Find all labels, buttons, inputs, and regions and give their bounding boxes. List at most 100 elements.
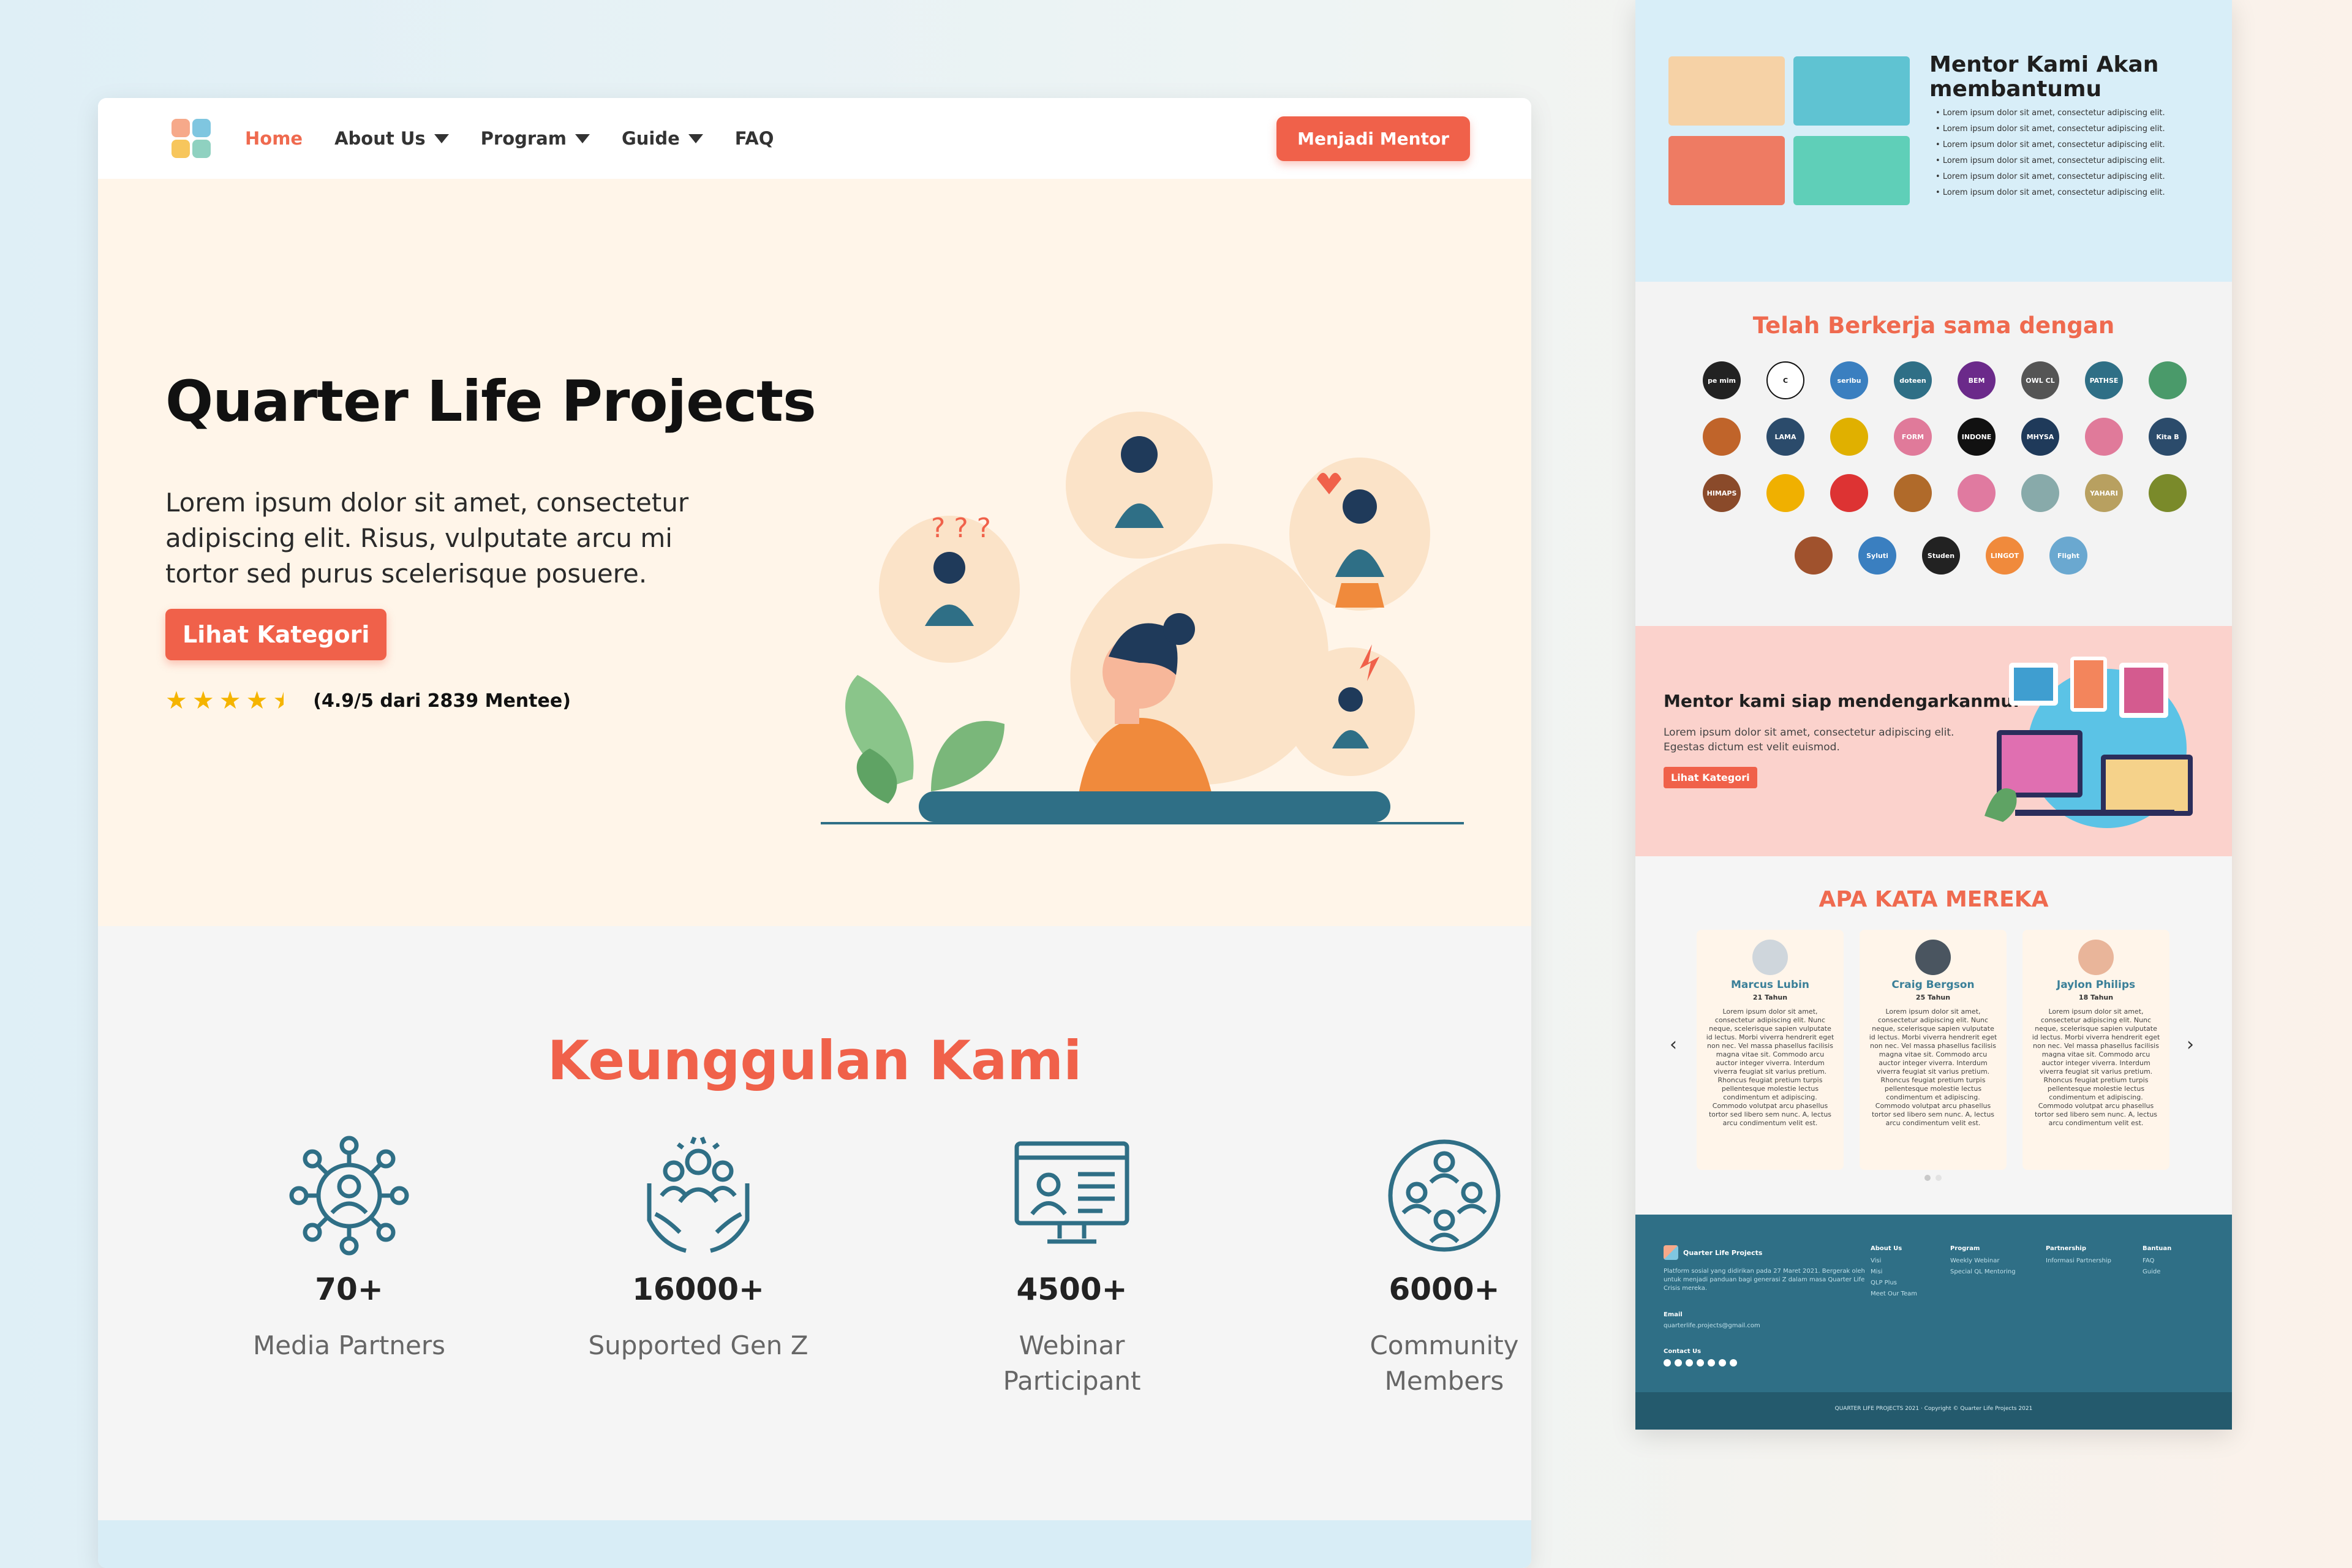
testimonial-age: 21 Tahun xyxy=(1752,993,1788,1001)
partner-logo: Studen xyxy=(1922,537,1960,575)
carousel-dot-active[interactable] xyxy=(1924,1175,1931,1181)
partner-logo: LINGOT xyxy=(1986,537,2024,575)
navbar: Home About Us Program Guide FAQ Menjadi … xyxy=(98,98,1531,179)
partner-logo xyxy=(2085,418,2123,456)
landing-page-desktop: Home About Us Program Guide FAQ Menjadi … xyxy=(98,98,1531,1568)
feature-media-partners: 70+ Media Partners xyxy=(227,1134,472,1363)
partner-logo xyxy=(2149,361,2187,399)
partner-logo: doteen xyxy=(1894,361,1932,399)
footer-link[interactable]: QLP Plus xyxy=(1871,1280,1897,1286)
nav-home-label: Home xyxy=(245,128,303,149)
social-icon[interactable] xyxy=(1686,1359,1693,1366)
footer-link[interactable]: Visi xyxy=(1871,1257,1881,1264)
features-section: Keunggulan Kami 70+ Media Partners 16000… xyxy=(98,926,1531,1520)
feature-number: 70+ xyxy=(315,1272,383,1307)
partner-logo: Kita B xyxy=(2149,418,2187,456)
mentor-bullet: • Lorem ipsum dolor sit amet, consectetu… xyxy=(1936,124,2165,134)
carousel-prev-icon[interactable]: ‹ xyxy=(1670,1034,1677,1055)
partner-logo: C xyxy=(1766,361,1804,399)
footer-link[interactable]: Special QL Mentoring xyxy=(1950,1268,2016,1275)
testimonial-text: Lorem ipsum dolor sit amet, consectetur … xyxy=(1706,1008,1834,1127)
listen-category-button[interactable]: Lihat Kategori xyxy=(1664,767,1757,788)
footer-link[interactable]: Guide xyxy=(2143,1268,2160,1275)
footer-link[interactable]: Informasi Partnership xyxy=(2046,1257,2111,1264)
social-icon[interactable] xyxy=(1697,1359,1704,1366)
hero-description: Lorem ipsum dolor sit amet, consectetur … xyxy=(165,488,689,589)
star-icon: ★ xyxy=(192,687,214,715)
nav-guide-label: Guide xyxy=(621,128,680,149)
community-icon xyxy=(1388,1139,1501,1252)
partner-logo: MHYSA xyxy=(2021,418,2059,456)
nav-home[interactable]: Home xyxy=(245,128,303,149)
social-icon[interactable] xyxy=(1719,1359,1726,1366)
brand-logo[interactable] xyxy=(172,119,211,158)
next-section-strip xyxy=(98,1520,1531,1568)
star-icon: ★ xyxy=(219,687,241,715)
partner-logo: Syluti xyxy=(1858,537,1896,575)
testimonial-name: Jaylon Philips xyxy=(2056,979,2136,991)
caret-down-icon xyxy=(434,134,449,143)
footer-link[interactable]: Weekly Webinar xyxy=(1950,1257,1999,1264)
nav-faq-label: FAQ xyxy=(734,128,774,149)
avatar xyxy=(1915,940,1951,975)
rating: ★ ★ ★ ★ ★ (4.9/5 dari 2839 Mentee) xyxy=(165,688,571,713)
features-title: Keunggulan Kami xyxy=(547,1029,1082,1092)
partner-logo xyxy=(1703,418,1741,456)
footer-link[interactable]: Meet Our Team xyxy=(1871,1291,1917,1297)
footer-description: Platform sosial yang didirikan pada 27 M… xyxy=(1664,1268,1865,1292)
testimonial-name: Craig Bergson xyxy=(1891,979,1975,991)
nav-faq[interactable]: FAQ xyxy=(735,128,774,149)
mentor-bullet-text: Lorem ipsum dolor sit amet, consectetur … xyxy=(1942,108,2165,118)
social-icon[interactable] xyxy=(1708,1359,1715,1366)
social-icon[interactable] xyxy=(1664,1359,1671,1366)
become-mentor-button[interactable]: Menjadi Mentor xyxy=(1276,116,1470,161)
footer-email[interactable]: quarterlife.projects@gmail.com xyxy=(1664,1322,1760,1329)
hero-section: Quarter Life Projects Lorem ipsum dolor … xyxy=(98,179,1531,926)
footer-brand-name: Quarter Life Projects xyxy=(1683,1248,1763,1257)
partner-logo: seribu xyxy=(1830,361,1868,399)
hero-illustration: ? ? ? xyxy=(821,412,1464,824)
testimonial-section: APA KATA MEREKA ‹ › Marcus Lubin 21 Tahu… xyxy=(1635,856,2232,1215)
listen-section: Mentor kami siap mendengarkanmu. Lorem i… xyxy=(1635,626,2232,856)
testimonial-age: 25 Tahun xyxy=(1915,993,1951,1001)
feature-label: Supported Gen Z xyxy=(588,1330,809,1360)
nav-guide[interactable]: Guide xyxy=(622,128,703,149)
footer-col-head: Partnership xyxy=(2046,1245,2087,1252)
nav-about-us-label: About Us xyxy=(334,128,426,149)
partner-logo: YAHARI xyxy=(2085,474,2123,512)
nav-about-us[interactable]: About Us xyxy=(334,128,449,149)
feature-community-members: 6000+ Community Members xyxy=(1322,1134,1531,1399)
footer-link[interactable]: Misi xyxy=(1871,1268,1882,1275)
nav-program[interactable]: Program xyxy=(481,128,590,149)
social-icon[interactable] xyxy=(1675,1359,1682,1366)
partner-logo: INDONE xyxy=(1958,418,1996,456)
feature-number: 16000+ xyxy=(632,1272,764,1307)
testimonial-text: Lorem ipsum dolor sit amet, consectetur … xyxy=(1869,1008,1997,1127)
carousel-dots xyxy=(1924,1175,1942,1181)
caret-down-icon xyxy=(688,134,703,143)
partner-logo: FORM xyxy=(1894,418,1932,456)
carousel-dot[interactable] xyxy=(1936,1175,1942,1181)
testimonial-name: Marcus Lubin xyxy=(1730,979,1810,991)
footer-link[interactable]: FAQ xyxy=(2143,1257,2154,1264)
partner-logo: BEM xyxy=(1958,361,1996,399)
half-star-icon: ★ xyxy=(273,687,295,715)
see-category-button[interactable]: Lihat Kategori xyxy=(165,609,387,660)
mentor-thumb xyxy=(1793,136,1910,205)
mentor-thumb xyxy=(1668,136,1785,205)
footer-brand: Quarter Life Projects xyxy=(1664,1245,1762,1260)
mentor-bullet: • Lorem ipsum dolor sit amet, consectetu… xyxy=(1936,172,2165,181)
carousel-next-icon[interactable]: › xyxy=(2187,1034,2194,1055)
testimonial-card: Craig Bergson 25 Tahun Lorem ipsum dolor… xyxy=(1860,930,2007,1170)
mentor-thumb xyxy=(1793,56,1910,126)
feature-label: Media Partners xyxy=(252,1330,445,1360)
mentor-bullet: • Lorem ipsum dolor sit amet, consectetu… xyxy=(1936,108,2165,118)
social-icon[interactable] xyxy=(1730,1359,1737,1366)
nav-program-label: Program xyxy=(480,128,567,149)
partner-logo: PATHSE xyxy=(2085,361,2123,399)
partners-section: Telah Berkerja sama dengan pe mim Cseribu… xyxy=(1635,282,2232,626)
mentor-bullet: • Lorem ipsum dolor sit amet, consectetu… xyxy=(1936,188,2165,197)
partner-logo xyxy=(2021,474,2059,512)
mentor-section: Mentor Kami Akan membantumu • Lorem ipsu… xyxy=(1635,0,2232,282)
social-icons xyxy=(1664,1359,1737,1366)
